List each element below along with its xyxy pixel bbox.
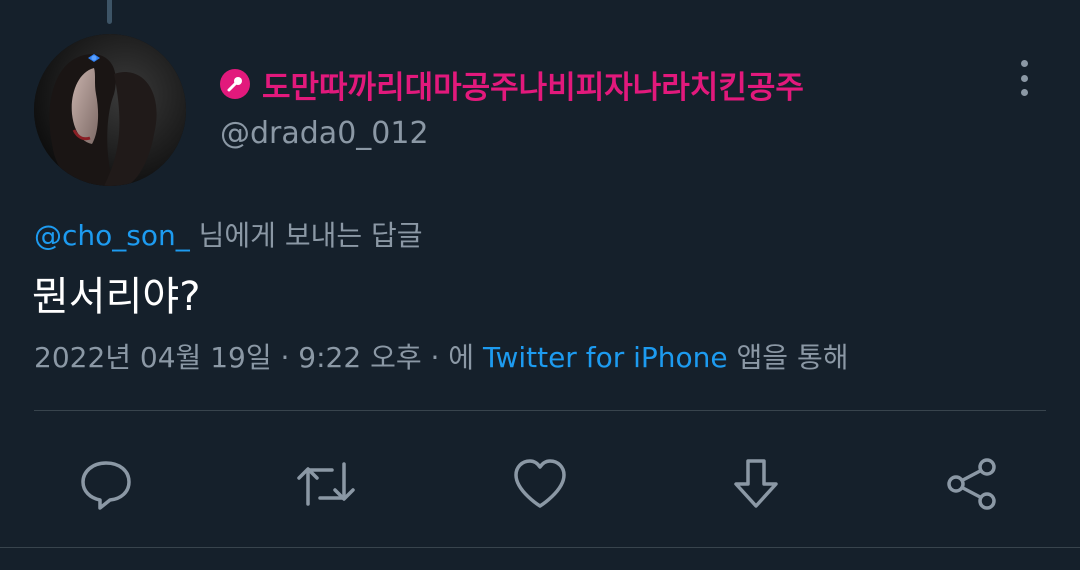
- avatar-image: [34, 34, 186, 186]
- download-button[interactable]: [726, 454, 786, 514]
- tweet-meta: 2022년 04월 19일 · 9:22 오후 · 에 Twitter for …: [34, 336, 848, 376]
- more-dot-icon: [1020, 60, 1028, 67]
- heart-icon: [514, 459, 566, 508]
- like-button[interactable]: [510, 454, 570, 514]
- more-dot-icon: [1020, 89, 1028, 96]
- share-icon: [947, 458, 996, 510]
- tweet-timestamp[interactable]: 2022년 04월 19일 · 9:22 오후 · 에: [34, 341, 483, 374]
- author-display-name[interactable]: 도만따까리대마공주나비피자나라치킨공주: [262, 62, 804, 107]
- download-arrow-icon: [734, 459, 778, 508]
- more-options-button[interactable]: [1006, 58, 1042, 98]
- microphone-icon: [220, 69, 250, 99]
- reply-button[interactable]: [76, 454, 136, 514]
- retweet-icon: [297, 462, 355, 506]
- tweet-source-link[interactable]: Twitter for iPhone: [483, 341, 728, 374]
- share-button[interactable]: [942, 454, 1002, 514]
- author-name-row[interactable]: 도만따까리대마공주나비피자나라치킨공주: [220, 62, 804, 106]
- divider: [0, 547, 1080, 548]
- retweet-button[interactable]: [296, 454, 356, 514]
- tweet-source-suffix: 앱을 통해: [727, 341, 849, 374]
- divider: [34, 410, 1046, 411]
- author-handle[interactable]: @drada0_012: [220, 116, 429, 151]
- more-dot-icon: [1020, 74, 1028, 82]
- reply-mention-link[interactable]: @cho_son_: [34, 219, 190, 252]
- tweet-detail: 도만따까리대마공주나비피자나라치킨공주 @drada0_012 @cho_son…: [0, 0, 1080, 570]
- action-bar: [0, 446, 1080, 516]
- thread-connector-line: [107, 0, 112, 24]
- reply-context-label: 님에게 보내는 답글: [189, 219, 423, 252]
- avatar[interactable]: [34, 34, 186, 186]
- tweet-text: 뭔서리야?: [32, 274, 201, 320]
- speech-bubble-icon: [81, 461, 131, 510]
- reply-context: @cho_son_ 님에게 보내는 답글: [34, 214, 423, 254]
